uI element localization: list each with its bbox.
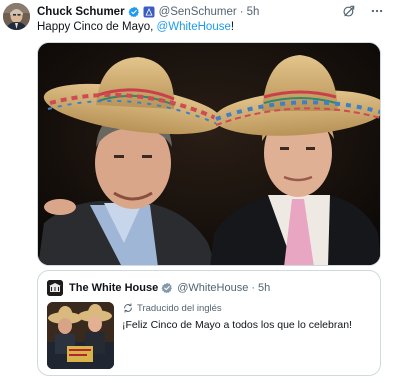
quote-thumbnail[interactable] bbox=[47, 302, 114, 369]
quote-avatar[interactable] bbox=[47, 280, 63, 296]
translated-label: Traducido del inglés bbox=[137, 302, 222, 314]
tweet[interactable]: Chuck Schumer @SenSchumer · 5h Happy Cin… bbox=[0, 0, 394, 383]
verified-blue-icon[interactable] bbox=[128, 6, 140, 18]
us-flag-icon[interactable] bbox=[143, 6, 155, 18]
mention-link[interactable]: @WhiteHouse bbox=[157, 21, 231, 33]
tweet-text-prefix: Happy Cinco de Mayo, bbox=[37, 21, 157, 33]
tweet-header: Chuck Schumer @SenSchumer · 5h bbox=[37, 4, 259, 20]
quote-author-name[interactable]: The White House bbox=[69, 282, 158, 294]
tweet-time[interactable]: 5h bbox=[247, 6, 260, 18]
translated-notice[interactable]: Traducido del inglés bbox=[123, 301, 222, 315]
author-name[interactable]: Chuck Schumer bbox=[37, 6, 125, 18]
author-avatar[interactable] bbox=[3, 3, 30, 30]
author-handle[interactable]: @SenSchumer bbox=[159, 6, 237, 18]
verified-gray-icon[interactable] bbox=[161, 282, 173, 294]
translate-icon bbox=[124, 303, 132, 313]
tweet-photo[interactable] bbox=[37, 42, 381, 266]
more-icon[interactable] bbox=[370, 4, 384, 18]
quote-text: ¡Feliz Cinco de Mayo a todos los que lo … bbox=[122, 319, 352, 331]
quote-author-handle[interactable]: @WhiteHouse bbox=[177, 282, 248, 294]
grok-icon[interactable] bbox=[342, 4, 356, 18]
quote-header: The White House @WhiteHouse · 5h bbox=[69, 280, 270, 296]
tweet-actions-top bbox=[342, 4, 384, 18]
tweet-text-suffix: ! bbox=[230, 21, 235, 33]
quote-time[interactable]: 5h bbox=[258, 282, 270, 294]
tweet-text: Happy Cinco de Mayo, @WhiteHouse! bbox=[37, 20, 234, 35]
separator-dot: · bbox=[239, 6, 244, 18]
quoted-tweet[interactable]: The White House @WhiteHouse · 5h Traduci… bbox=[37, 270, 381, 376]
quote-separator-dot: · bbox=[251, 282, 255, 294]
